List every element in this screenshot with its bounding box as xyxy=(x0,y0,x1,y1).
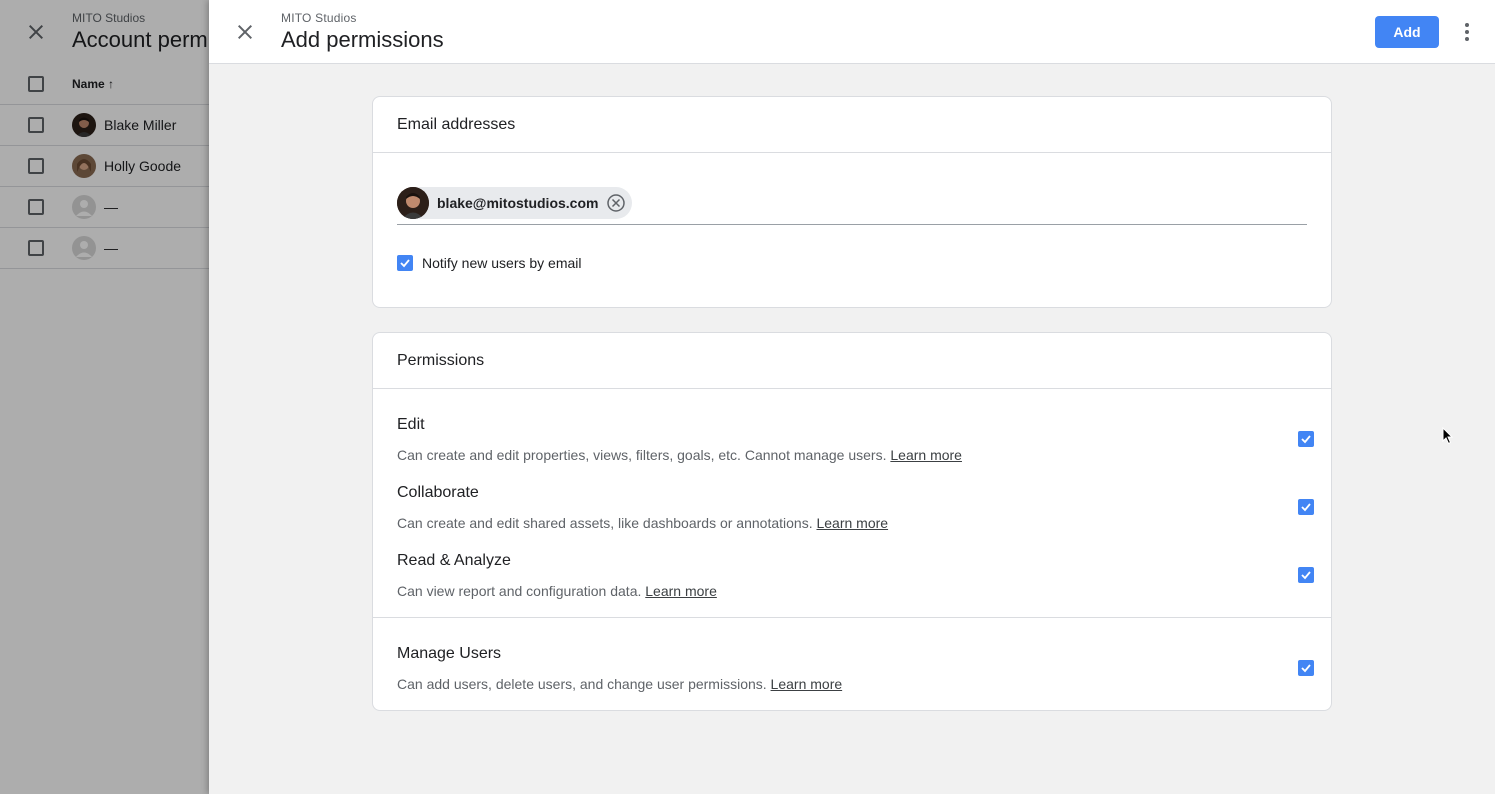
permissions-card-title: Permissions xyxy=(373,333,1331,389)
learn-more-link[interactable]: Learn more xyxy=(890,447,962,463)
add-permissions-panel: MITO Studios Add permissions Add Email a… xyxy=(209,0,1495,794)
edit-checkbox[interactable] xyxy=(1298,431,1314,447)
read-analyze-checkbox[interactable] xyxy=(1298,567,1314,583)
close-icon[interactable] xyxy=(233,20,257,44)
learn-more-link[interactable]: Learn more xyxy=(771,676,843,692)
avatar xyxy=(397,187,429,219)
permission-read-analyze: Read & Analyze Can view report and confi… xyxy=(397,552,1314,599)
permission-name: Read & Analyze xyxy=(397,552,511,569)
permission-collaborate: Collaborate Can create and edit shared a… xyxy=(397,484,1314,531)
remove-chip-icon[interactable] xyxy=(606,193,626,213)
permission-description: Can create and edit shared assets, like … xyxy=(397,515,889,531)
notify-checkbox[interactable] xyxy=(397,255,413,271)
permission-edit: Edit Can create and edit properties, vie… xyxy=(397,416,1314,463)
divider xyxy=(373,617,1331,618)
page-title: Add permissions xyxy=(281,27,444,52)
collaborate-checkbox[interactable] xyxy=(1298,499,1314,515)
check-icon xyxy=(1301,664,1311,673)
check-icon xyxy=(1301,435,1311,444)
more-vert-icon[interactable] xyxy=(1455,20,1479,44)
permission-name: Manage Users xyxy=(397,645,502,662)
email-chip[interactable]: blake@mitostudios.com xyxy=(397,187,633,219)
scrim-overlay[interactable] xyxy=(0,0,209,794)
permission-name: Edit xyxy=(397,416,425,433)
email-card-title: Email addresses xyxy=(373,97,1331,153)
org-label: MITO Studios xyxy=(281,11,357,25)
learn-more-link[interactable]: Learn more xyxy=(645,583,717,599)
add-button[interactable]: Add xyxy=(1375,16,1439,48)
learn-more-link[interactable]: Learn more xyxy=(816,515,888,531)
permission-manage-users: Manage Users Can add users, delete users… xyxy=(397,645,1314,692)
notify-label: Notify new users by email xyxy=(422,255,582,271)
notify-checkbox-row[interactable]: Notify new users by email xyxy=(397,255,582,271)
permission-description: Can view report and configuration data. … xyxy=(397,583,717,599)
permission-name: Collaborate xyxy=(397,484,479,501)
check-icon xyxy=(1301,571,1311,580)
email-addresses-card: Email addresses blake@mitostudios.com No… xyxy=(372,96,1332,308)
check-icon xyxy=(400,259,410,268)
manage-users-checkbox[interactable] xyxy=(1298,660,1314,676)
permission-description: Can add users, delete users, and change … xyxy=(397,676,843,692)
chip-email: blake@mitostudios.com xyxy=(437,195,599,211)
permission-description: Can create and edit properties, views, f… xyxy=(397,447,962,463)
email-input-field[interactable]: blake@mitostudios.com xyxy=(397,185,1307,225)
top-bar: MITO Studios Add permissions Add xyxy=(209,0,1495,64)
mouse-cursor-icon xyxy=(1442,427,1454,445)
check-icon xyxy=(1301,503,1311,512)
permissions-card: Permissions Edit Can create and edit pro… xyxy=(372,332,1332,711)
